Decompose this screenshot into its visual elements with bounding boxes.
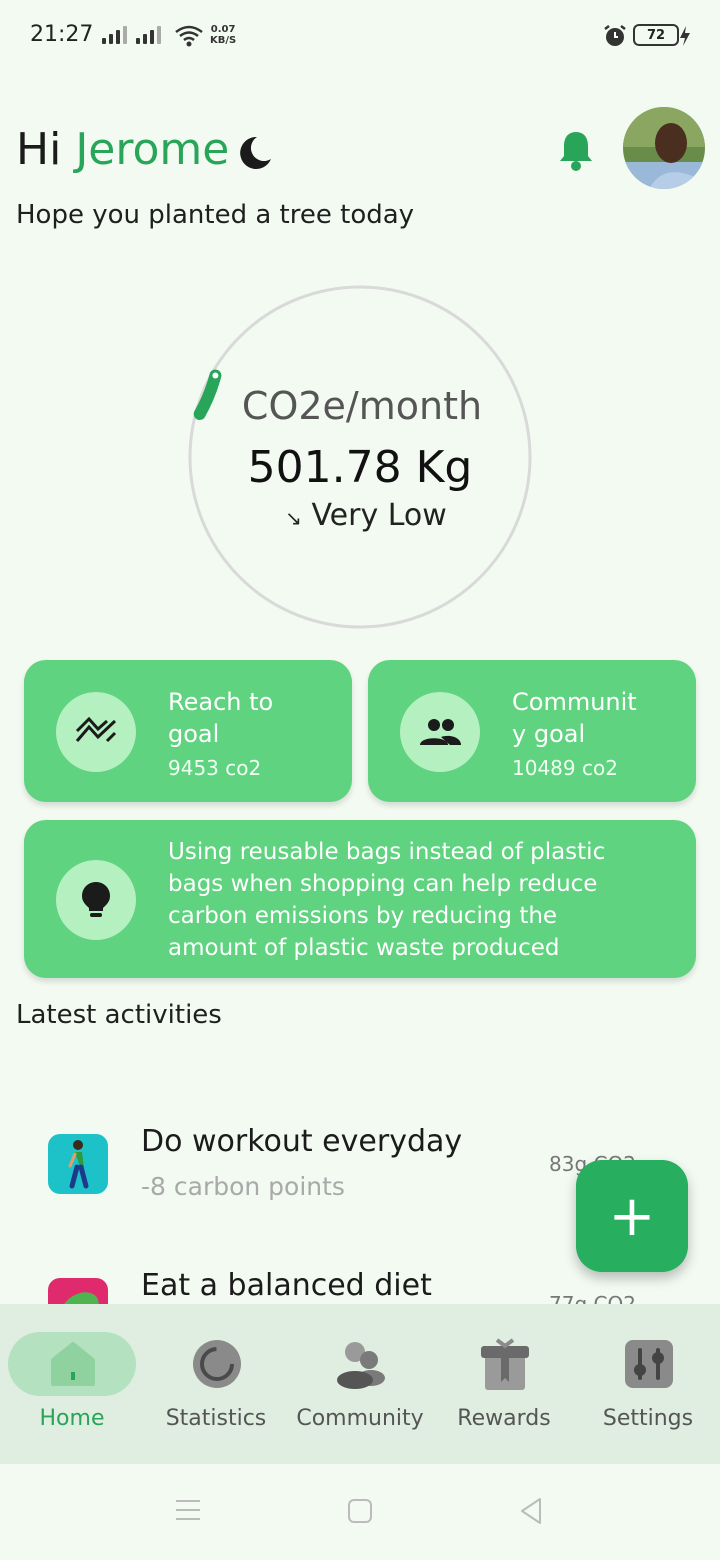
alarm-icon [604, 25, 626, 46]
bulb-icon-circle [56, 860, 136, 940]
trend-icon-circle [56, 692, 136, 772]
gauge-unit: CO2e/month [241, 384, 483, 428]
menu-icon[interactable] [174, 1498, 202, 1522]
greeting: Hi Jerome [16, 124, 275, 175]
status-time: 21:27 [30, 22, 94, 47]
back-icon[interactable] [518, 1496, 544, 1526]
wifi-icon [175, 25, 203, 47]
nav-label: Home [39, 1406, 105, 1431]
activity-title[interactable]: Eat a balanced diet [141, 1268, 432, 1303]
nav-label: Community [296, 1406, 424, 1431]
lightbulb-icon [82, 882, 110, 917]
reach-goal-value: 9453 co2 [168, 756, 262, 780]
charging-icon [680, 26, 690, 46]
bell-icon[interactable] [556, 128, 596, 172]
home-square-icon[interactable] [347, 1498, 373, 1524]
people-icon [420, 719, 461, 745]
reach-goal-title: Reach to goal [168, 688, 274, 748]
moon-icon[interactable] [235, 133, 275, 173]
status-bar: 21:27 0.07 KB/S 72 [0, 0, 720, 72]
gauge-value: 501.78 Kg [247, 442, 473, 493]
signal-icon [136, 26, 161, 44]
gauge-level-text: Very Low [311, 498, 447, 533]
nav-label: Settings [602, 1406, 694, 1431]
nav-rewards[interactable]: Rewards [432, 1304, 576, 1464]
system-navigation-bar [0, 1464, 720, 1560]
trend-down-icon: ↘ [285, 506, 302, 530]
chart-icon [191, 1334, 243, 1394]
nav-label: Rewards [457, 1406, 551, 1431]
nav-label: Statistics [165, 1406, 267, 1431]
user-name: Jerome [75, 124, 230, 175]
avatar[interactable] [623, 107, 705, 189]
people-icon-circle [400, 692, 480, 772]
nav-home[interactable]: Home [0, 1304, 144, 1464]
greeting-text: Hi [16, 124, 62, 175]
gift-icon [479, 1334, 531, 1394]
walking-icon [48, 1134, 108, 1194]
gauge-progress-dot [212, 372, 219, 379]
sliders-icon [623, 1334, 675, 1394]
home-icon [47, 1334, 99, 1394]
activity-points: -8 carbon points [141, 1172, 345, 1201]
nav-settings[interactable]: Settings [576, 1304, 720, 1464]
community-icon [335, 1334, 387, 1394]
community-goal-card[interactable]: Communit y goal 10489 co2 [368, 660, 696, 802]
network-rate: 0.07 KB/S [210, 24, 237, 46]
add-activity-button[interactable]: + [576, 1160, 688, 1272]
nav-statistics[interactable]: Statistics [144, 1304, 288, 1464]
gauge-level: ↘ Very Low [192, 498, 540, 533]
activity-title[interactable]: Do workout everyday [141, 1124, 462, 1159]
bottom-navigation: Home Statistics Community Rewards Settin… [0, 1304, 720, 1464]
reach-goal-card[interactable]: Reach to goal 9453 co2 [24, 660, 352, 802]
nav-community[interactable]: Community [288, 1304, 432, 1464]
tip-card[interactable]: Using reusable bags instead of plastic b… [24, 820, 696, 978]
signal-icon [102, 26, 127, 44]
section-title-latest-activities: Latest activities [16, 1000, 222, 1030]
subtitle: Hope you planted a tree today [16, 200, 415, 230]
tip-text: Using reusable bags instead of plastic b… [168, 839, 606, 961]
community-goal-value: 10489 co2 [512, 756, 618, 780]
plus-icon: + [608, 1183, 656, 1249]
zigzag-icon [75, 717, 117, 743]
community-goal-title: Communit y goal [512, 688, 637, 748]
battery-indicator: 72 [633, 24, 679, 46]
